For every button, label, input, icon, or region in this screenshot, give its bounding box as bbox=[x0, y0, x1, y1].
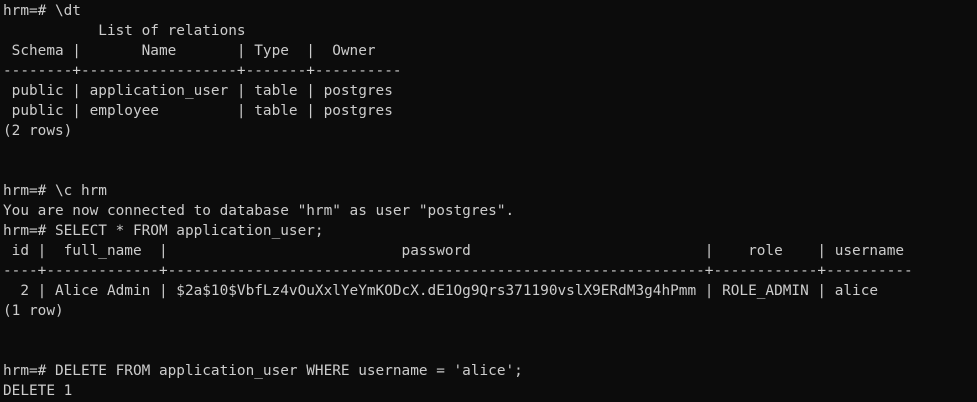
terminal-line-connect-message: You are now connected to database "hrm" … bbox=[3, 203, 515, 219]
terminal-line-users-row: 2 | Alice Admin | $2a$10$VbfLz4vOuXxlYeY… bbox=[3, 283, 879, 299]
terminal-line-relations-header: Schema | Name | Type | Owner bbox=[3, 43, 376, 59]
terminal-line-command-delete: hrm=# DELETE FROM application_user WHERE… bbox=[3, 363, 523, 379]
terminal-line-command-connect: hrm=# \c hrm bbox=[3, 183, 107, 199]
terminal-line-users-separator: ----+-------------+---------------------… bbox=[3, 263, 913, 279]
terminal-line-command-select: hrm=# SELECT * FROM application_user; bbox=[3, 223, 324, 239]
terminal-line-row-count: (2 rows) bbox=[3, 123, 73, 139]
terminal-line-command-dt: hrm=# \dt bbox=[3, 3, 81, 19]
terminal-window[interactable]: hrm=# \dt List of relations Schema | Nam… bbox=[0, 0, 977, 402]
terminal-line-delete-result: DELETE 1 bbox=[3, 383, 73, 399]
terminal-line-relations-separator: --------+------------------+-------+----… bbox=[3, 63, 402, 79]
terminal-line-row-count: (1 row) bbox=[3, 303, 64, 319]
terminal-line-users-header: id | full_name | password | role | usern… bbox=[3, 243, 905, 259]
terminal-line-table-title: List of relations bbox=[3, 23, 246, 39]
terminal-line-relations-row: public | employee | table | postgres bbox=[3, 103, 393, 119]
terminal-line-relations-row: public | application_user | table | post… bbox=[3, 83, 393, 99]
